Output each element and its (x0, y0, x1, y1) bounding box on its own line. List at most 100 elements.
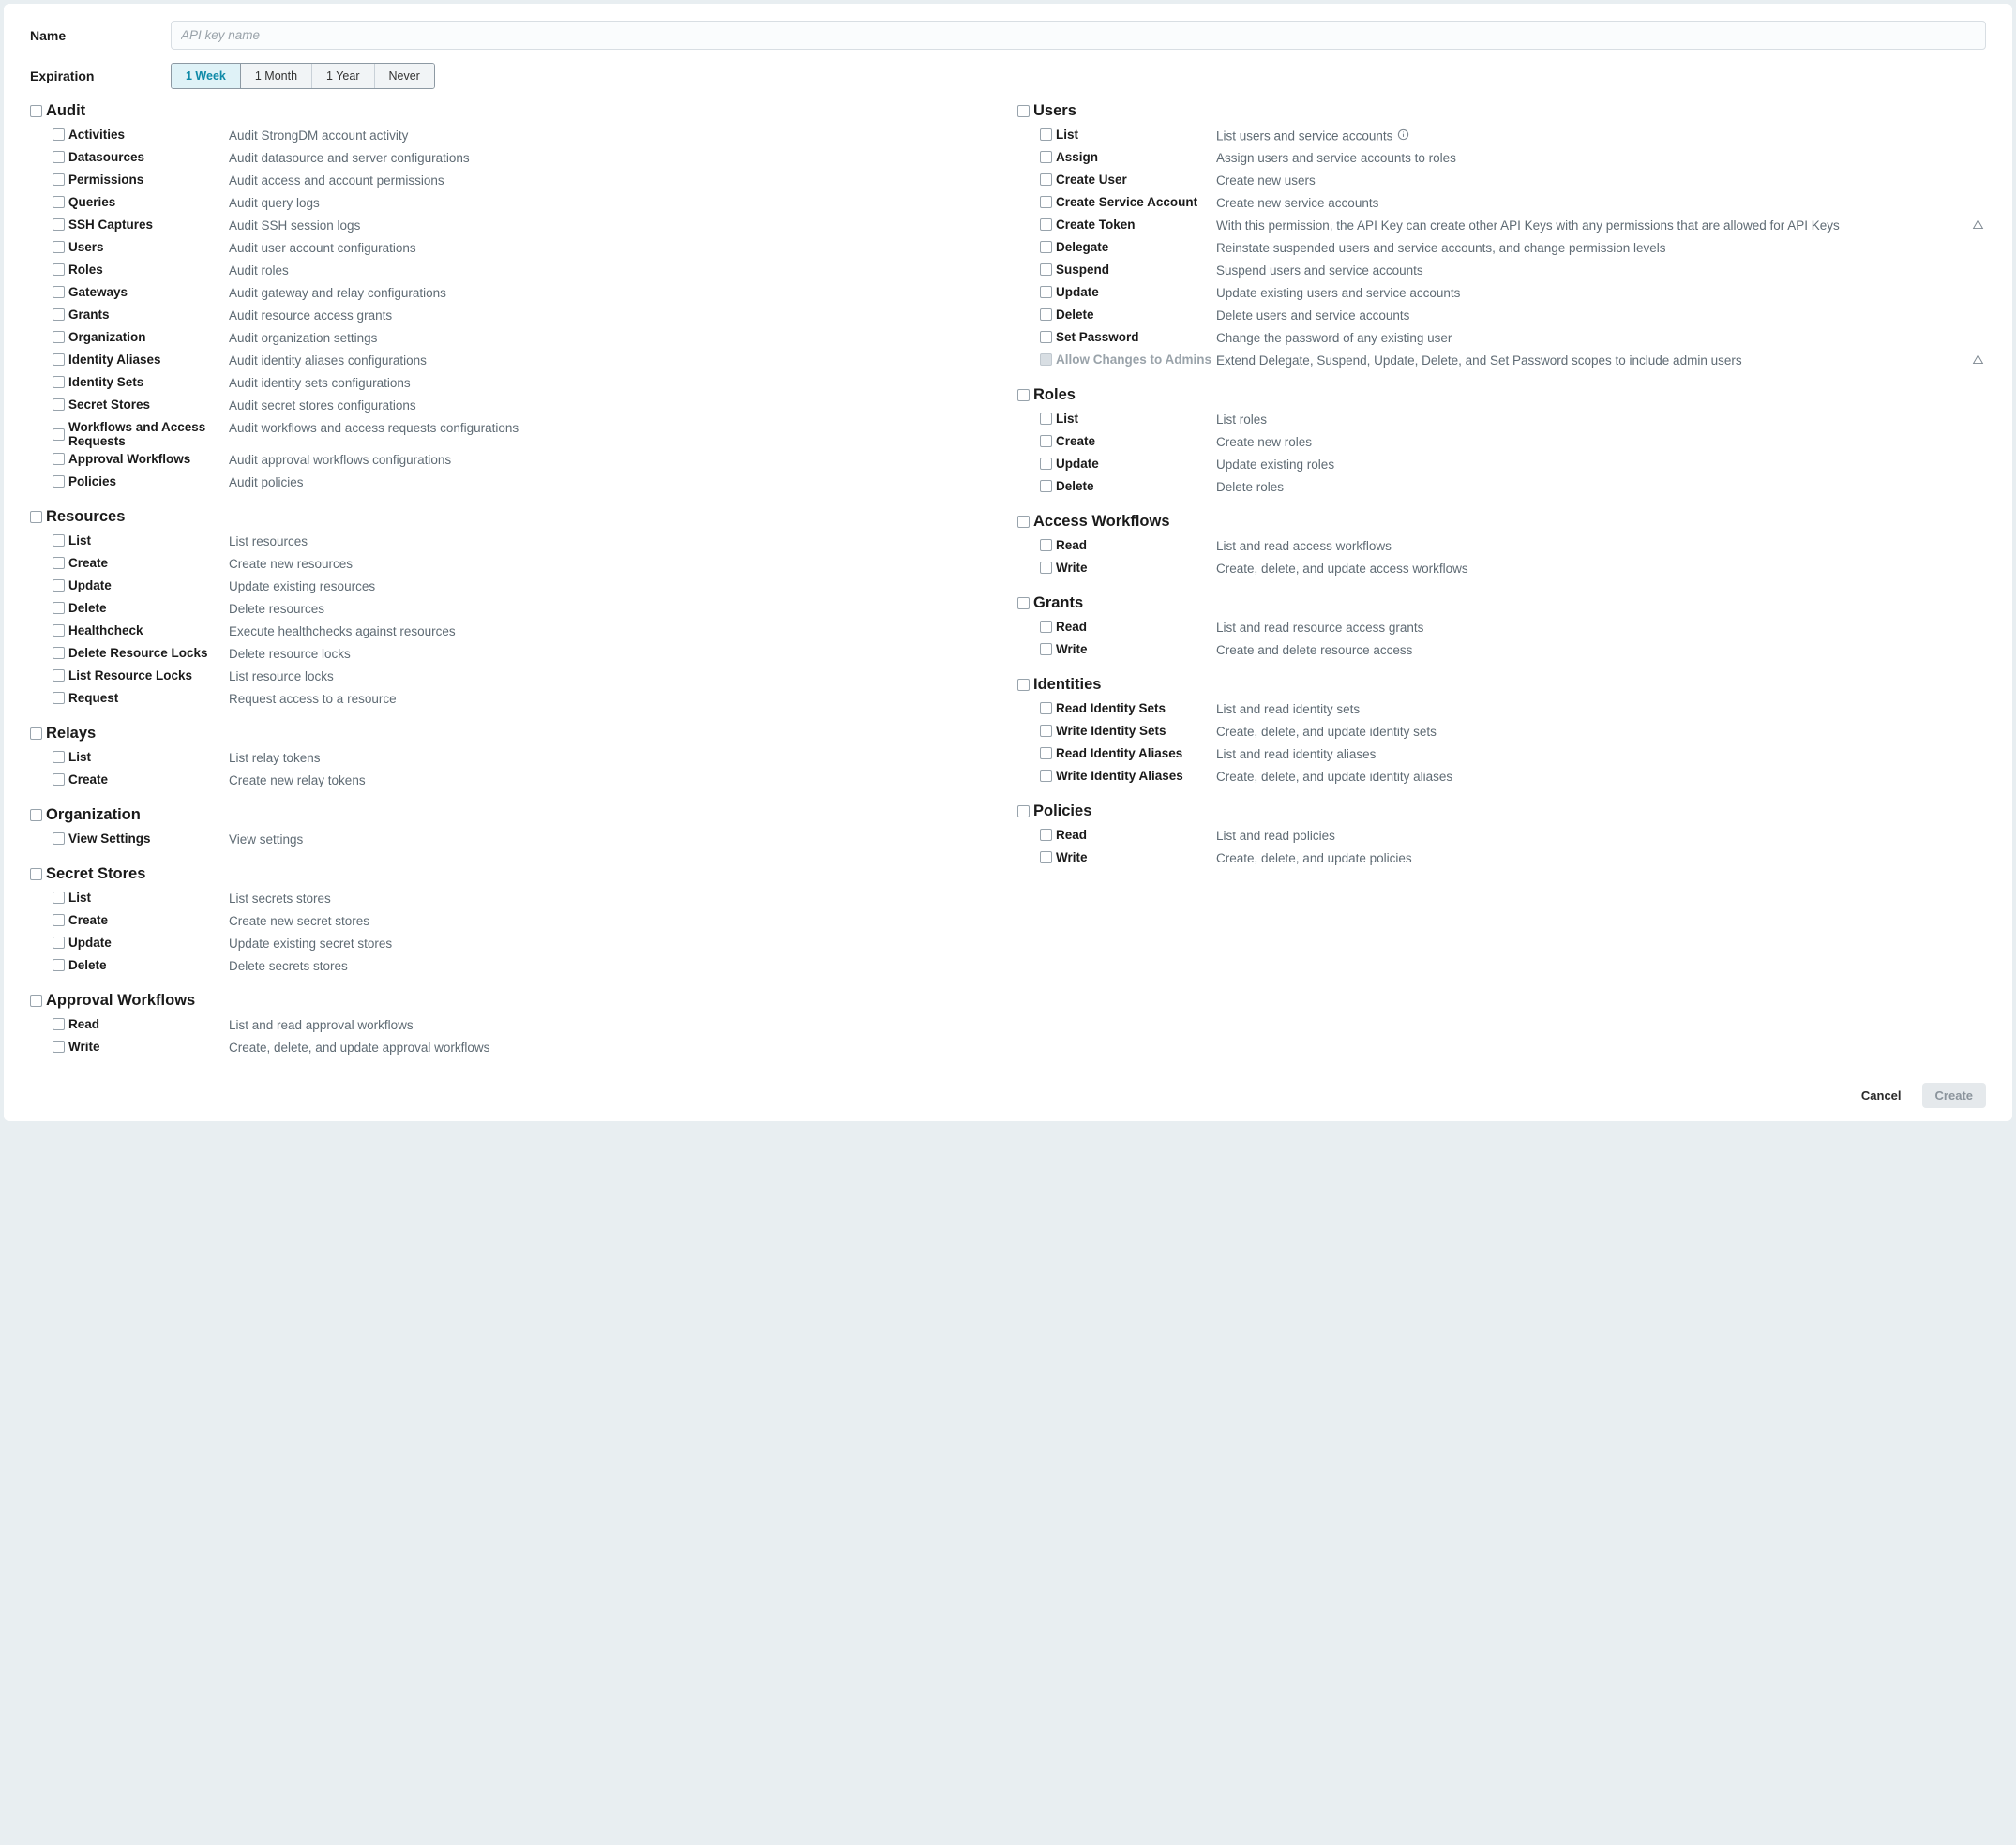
permission-checkbox[interactable] (53, 579, 65, 592)
warning-icon[interactable] (1971, 352, 1984, 366)
group-title: Secret Stores (46, 865, 145, 883)
permission-checkbox[interactable] (53, 751, 65, 763)
permission-checkbox[interactable] (53, 534, 65, 547)
permission-description: Audit user account configurations (229, 240, 999, 257)
permission-checkbox[interactable] (1040, 725, 1052, 737)
permission-checkbox[interactable] (53, 1018, 65, 1030)
permission-checkbox[interactable] (1040, 151, 1052, 163)
group-checkbox[interactable] (1017, 516, 1030, 528)
permission-description: Create, delete, and update identity sets (1216, 724, 1986, 741)
permission-description: Delete resources (229, 601, 999, 618)
permission-checkbox[interactable] (53, 151, 65, 163)
permission-checkbox[interactable] (53, 196, 65, 208)
permission-checkbox[interactable] (53, 669, 65, 682)
permission-checkbox[interactable] (1040, 621, 1052, 633)
permission-checkbox[interactable] (1040, 218, 1052, 231)
permission-checkbox[interactable] (53, 692, 65, 704)
permission-checkbox[interactable] (53, 398, 65, 411)
permission-name-cell: Activities (53, 128, 229, 142)
permission-checkbox[interactable] (53, 353, 65, 366)
permission-checkbox[interactable] (1040, 458, 1052, 470)
group-checkbox[interactable] (30, 809, 42, 821)
group-checkbox[interactable] (30, 728, 42, 740)
permission-row: UpdateUpdate existing secret stores (30, 936, 999, 954)
permission-checkbox[interactable] (1040, 196, 1052, 208)
permission-checkbox[interactable] (1040, 770, 1052, 782)
api-key-name-input[interactable] (171, 21, 1986, 50)
group-checkbox[interactable] (1017, 389, 1030, 401)
permission-checkbox[interactable] (53, 218, 65, 231)
permission-checkbox[interactable] (53, 453, 65, 465)
group-checkbox[interactable] (30, 995, 42, 1007)
permission-description: Assign users and service accounts to rol… (1216, 150, 1986, 167)
cancel-button[interactable]: Cancel (1848, 1083, 1915, 1108)
permission-checkbox[interactable] (53, 286, 65, 298)
expiration-option[interactable]: 1 Year (312, 64, 374, 88)
create-button[interactable]: Create (1922, 1083, 1986, 1108)
permission-checkbox[interactable] (1040, 286, 1052, 298)
permission-checkbox[interactable] (53, 475, 65, 488)
permission-checkbox[interactable] (53, 647, 65, 659)
permission-name-cell: List (53, 891, 229, 905)
permission-checkbox[interactable] (53, 773, 65, 786)
permission-checkbox[interactable] (1040, 851, 1052, 863)
permission-name-cell: Update (1040, 457, 1216, 471)
group-checkbox[interactable] (30, 868, 42, 880)
permission-checkbox[interactable] (53, 241, 65, 253)
permission-description: Create, delete, and update access workfl… (1216, 561, 1986, 578)
permission-name-cell: Write Identity Sets (1040, 724, 1216, 738)
expiration-option[interactable]: Never (375, 64, 434, 88)
permission-checkbox[interactable] (53, 376, 65, 388)
permission-name: Identity Sets (68, 375, 143, 389)
permission-checkbox[interactable] (1040, 128, 1052, 141)
group-checkbox[interactable] (30, 511, 42, 523)
info-icon[interactable] (1396, 128, 1409, 141)
permission-checkbox[interactable] (53, 331, 65, 343)
expiration-option[interactable]: 1 Month (241, 64, 312, 88)
warning-icon[interactable] (1971, 218, 1984, 231)
permission-checkbox[interactable] (53, 428, 65, 441)
permission-checkbox[interactable] (1040, 562, 1052, 574)
permission-checkbox[interactable] (53, 263, 65, 276)
group-checkbox[interactable] (30, 105, 42, 117)
permission-checkbox[interactable] (53, 914, 65, 926)
group-checkbox[interactable] (1017, 805, 1030, 818)
permission-checkbox[interactable] (53, 959, 65, 971)
permission-description: List relay tokens (229, 750, 999, 767)
group-checkbox[interactable] (1017, 679, 1030, 691)
permission-checkbox[interactable] (1040, 702, 1052, 714)
permission-checkbox[interactable] (53, 892, 65, 904)
permission-description: Audit policies (229, 474, 999, 491)
permission-checkbox[interactable] (1040, 263, 1052, 276)
permission-name-cell: Update (53, 936, 229, 950)
permission-checkbox[interactable] (53, 832, 65, 845)
group-checkbox[interactable] (1017, 105, 1030, 117)
permission-checkbox[interactable] (53, 173, 65, 186)
permission-checkbox[interactable] (1040, 643, 1052, 655)
permission-name: Gateways (68, 285, 128, 299)
permission-checkbox[interactable] (53, 557, 65, 569)
permission-checkbox[interactable] (53, 602, 65, 614)
permission-checkbox[interactable] (53, 937, 65, 949)
permission-checkbox[interactable] (1040, 173, 1052, 186)
permission-checkbox[interactable] (1040, 241, 1052, 253)
permission-checkbox[interactable] (1040, 747, 1052, 759)
permission-name: Write Identity Sets (1056, 724, 1166, 738)
permission-checkbox[interactable] (1040, 308, 1052, 321)
permission-checkbox[interactable] (53, 308, 65, 321)
group-header: Access Workflows (1017, 513, 1986, 531)
permission-checkbox[interactable] (1040, 412, 1052, 425)
permission-group: GrantsReadList and read resource access … (1017, 594, 1986, 661)
permission-name: Activities (68, 128, 125, 142)
permission-checkbox[interactable] (1040, 539, 1052, 551)
permission-description: Delete roles (1216, 479, 1986, 496)
permission-checkbox[interactable] (1040, 331, 1052, 343)
permission-checkbox[interactable] (1040, 829, 1052, 841)
expiration-option[interactable]: 1 Week (172, 64, 241, 88)
permission-checkbox[interactable] (1040, 435, 1052, 447)
permission-checkbox[interactable] (1040, 480, 1052, 492)
group-checkbox[interactable] (1017, 597, 1030, 609)
permission-checkbox[interactable] (53, 1041, 65, 1053)
permission-checkbox[interactable] (53, 624, 65, 637)
permission-checkbox[interactable] (53, 128, 65, 141)
